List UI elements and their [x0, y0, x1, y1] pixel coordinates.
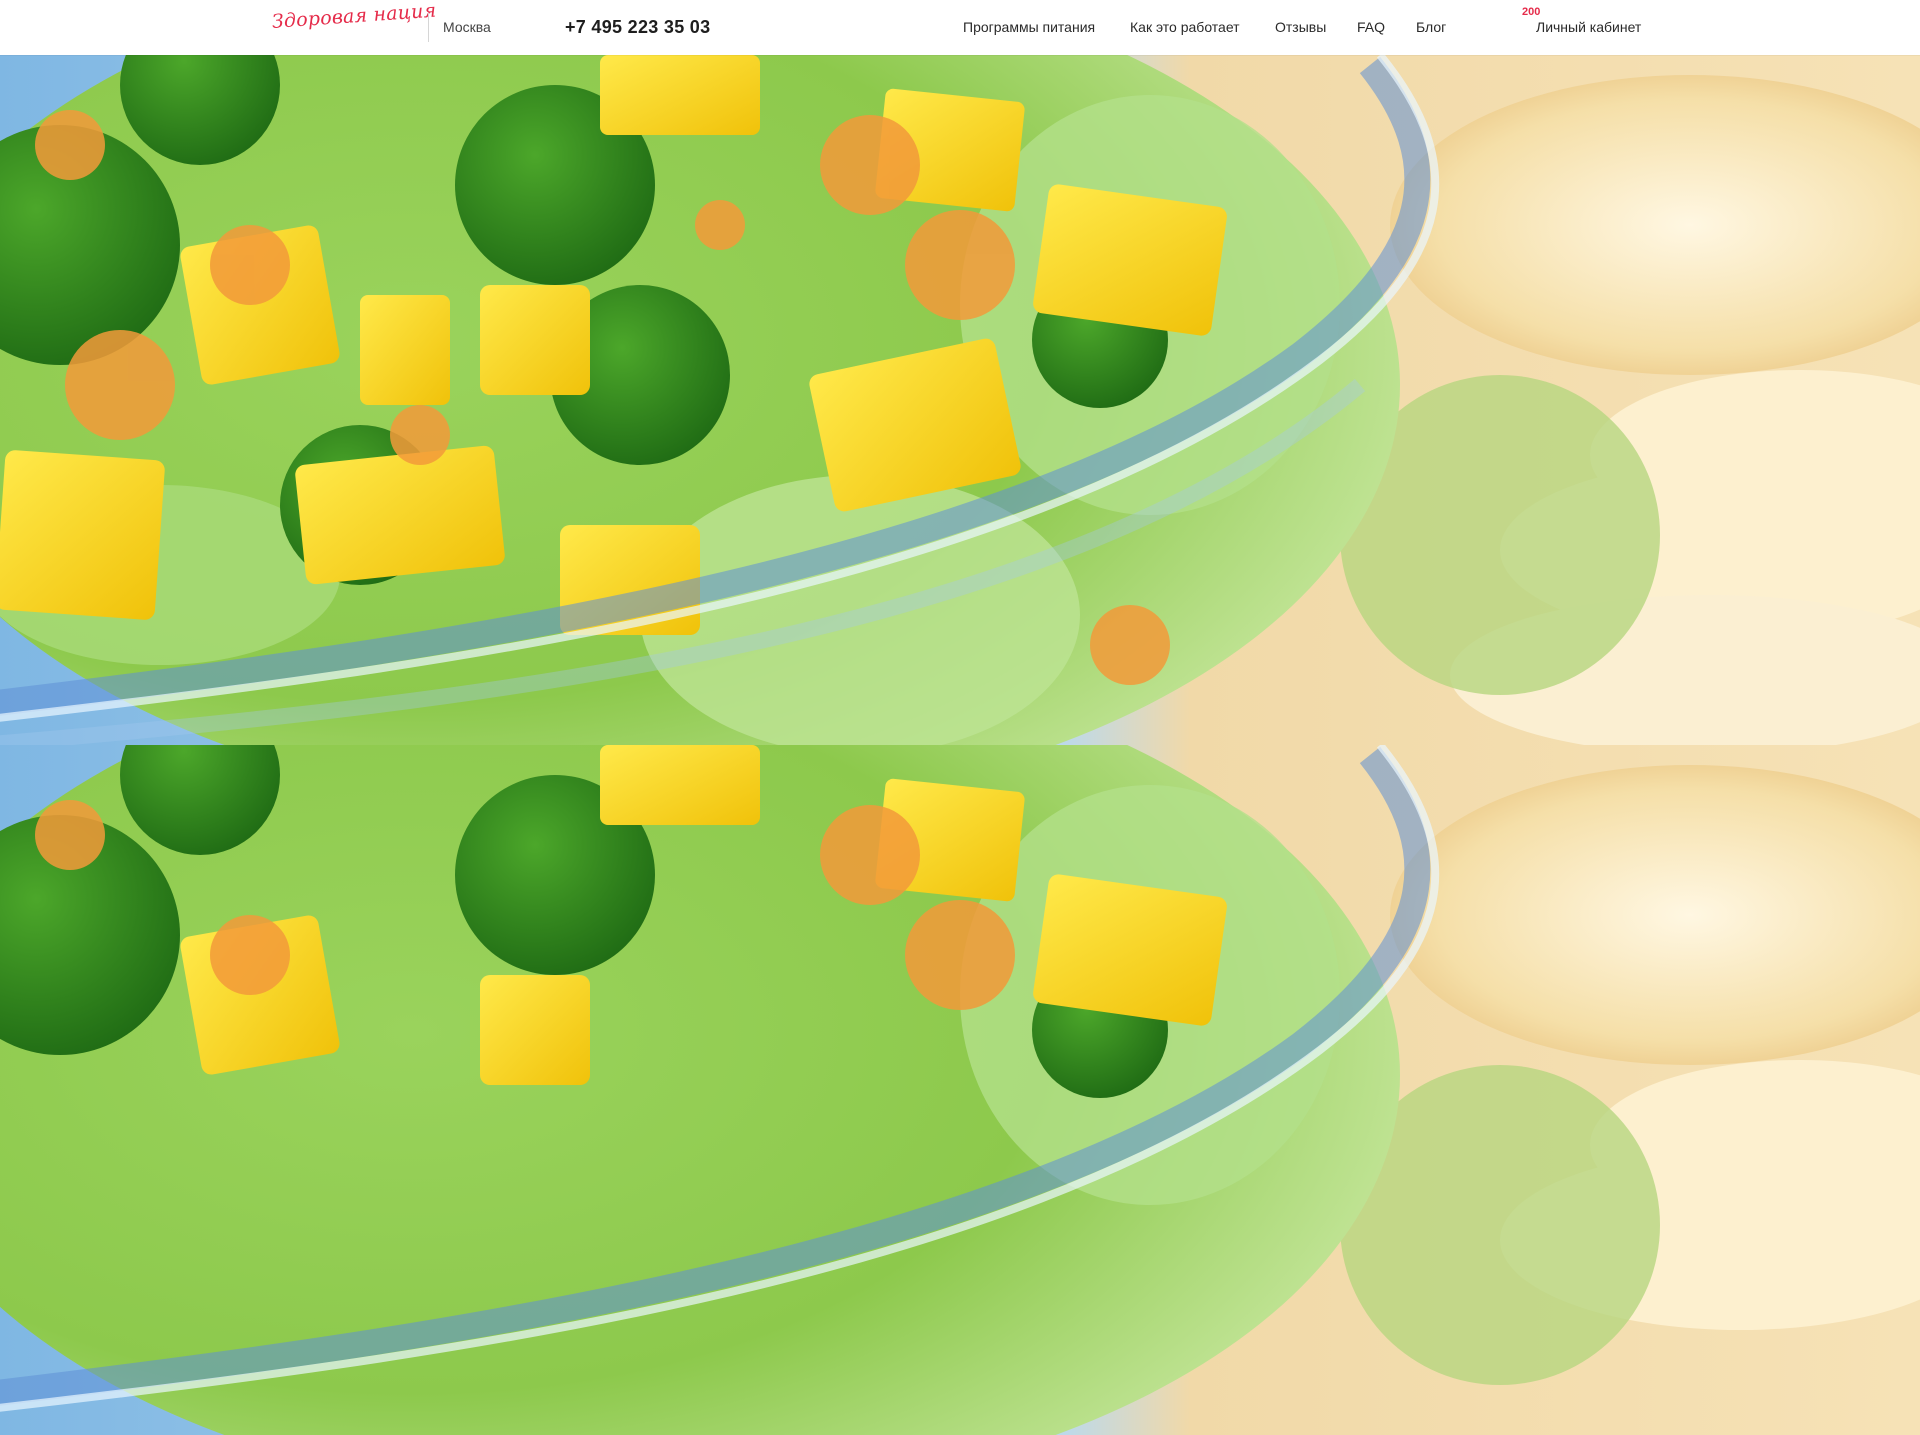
nav-account[interactable]: Личный кабинет — [1536, 19, 1641, 35]
header-divider — [428, 13, 429, 42]
salad-bowl-image — [0, 55, 1920, 745]
nav-how-it-works[interactable]: Как это работает — [1130, 19, 1240, 35]
site-header: Здоровая нация Москва +7 495 223 35 03 П… — [0, 0, 1920, 55]
nav-programs[interactable]: Программы питания — [963, 19, 1095, 35]
salad-bowl-image — [0, 745, 1920, 1435]
city-selector[interactable]: Москва — [443, 19, 491, 35]
phone-number[interactable]: +7 495 223 35 03 — [565, 17, 710, 38]
nav-faq[interactable]: FAQ — [1357, 19, 1385, 35]
nav-blog[interactable]: Блог — [1416, 19, 1446, 35]
hero-image-repeat — [0, 745, 1920, 1435]
account-badge: 200 — [1522, 6, 1541, 18]
logo[interactable]: Здоровая нация — [271, 0, 437, 33]
nav-reviews[interactable]: Отзывы — [1275, 19, 1326, 35]
hero-image — [0, 55, 1920, 745]
